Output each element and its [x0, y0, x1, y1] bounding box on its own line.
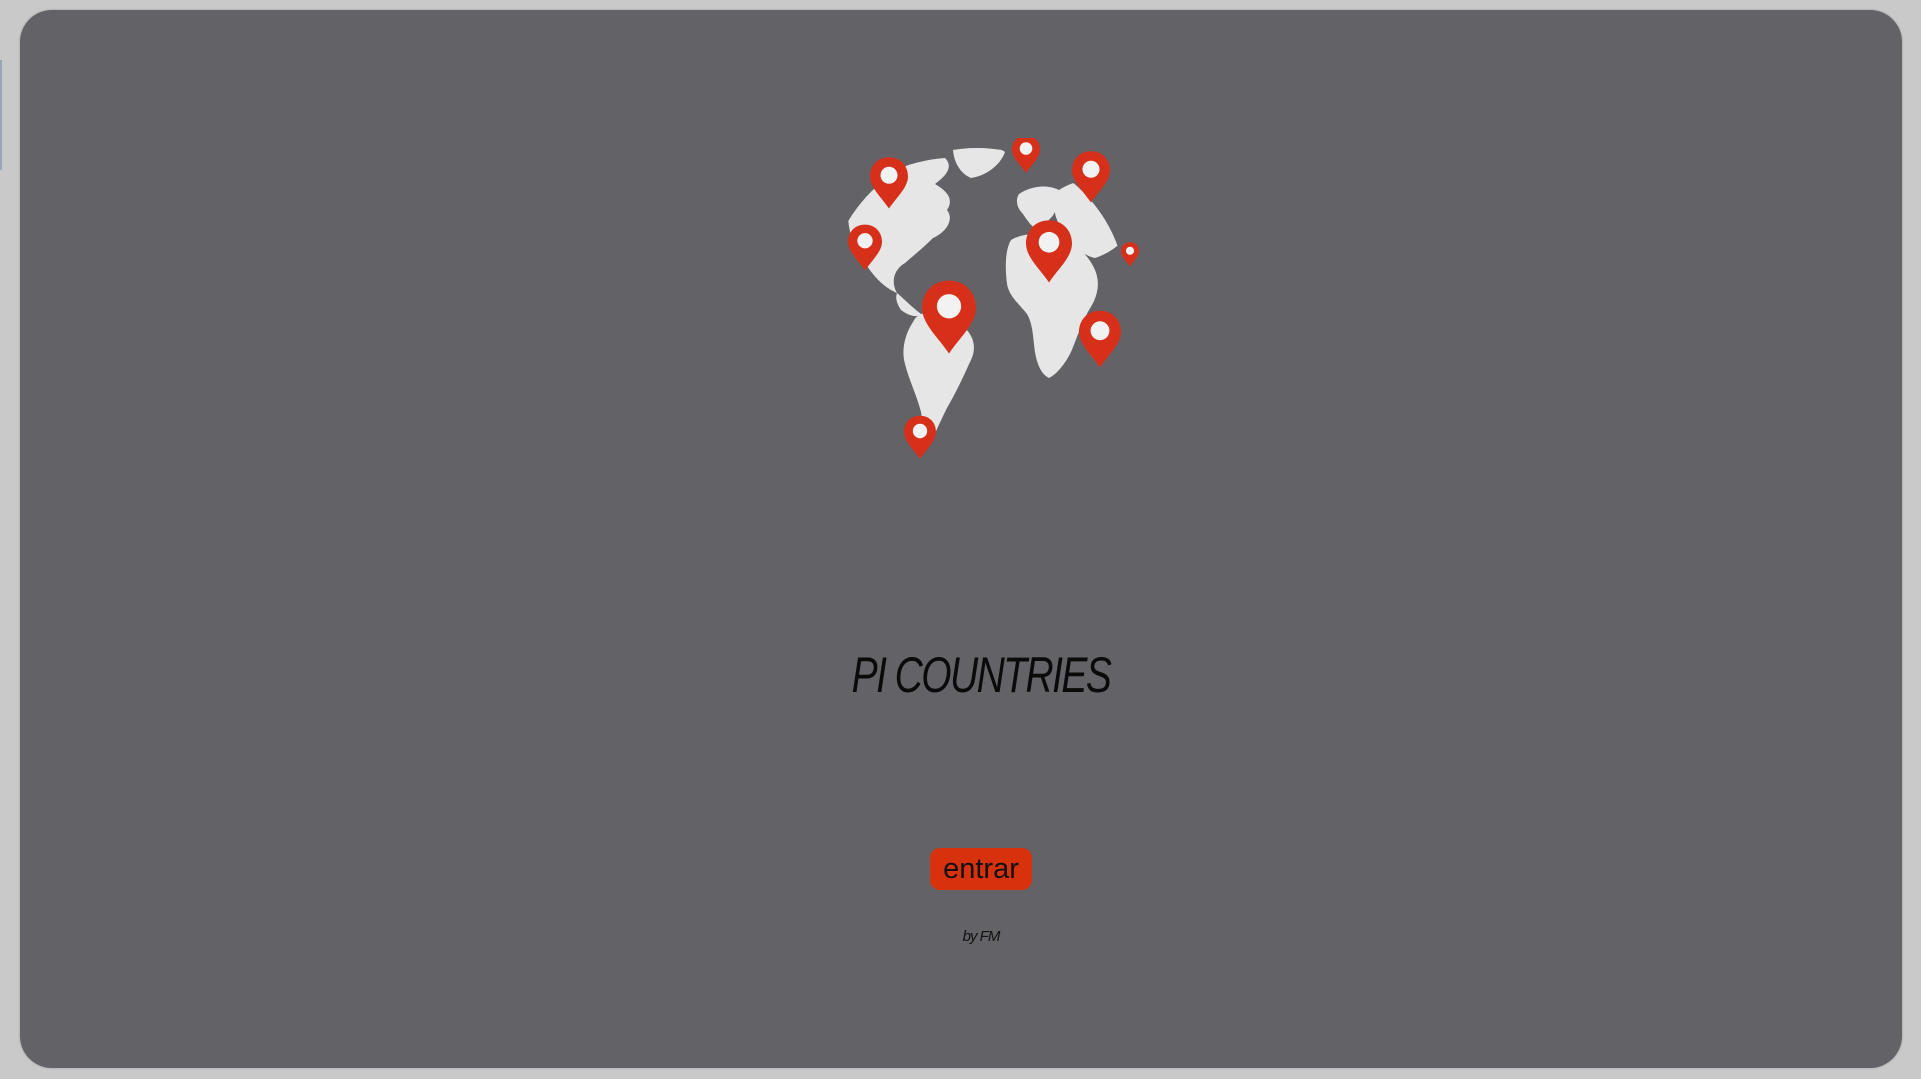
world-map-pins-icon [848, 138, 1139, 459]
window-edge-strip [0, 60, 2, 170]
enter-button[interactable]: entrar [930, 848, 1032, 890]
author-credit: by FM [962, 928, 1001, 945]
window-frame: PI COUNTRIES entrar by FM [0, 0, 1921, 1079]
landing-panel: PI COUNTRIES entrar by FM [20, 10, 1902, 1068]
app-title: PI COUNTRIES [851, 647, 1112, 703]
